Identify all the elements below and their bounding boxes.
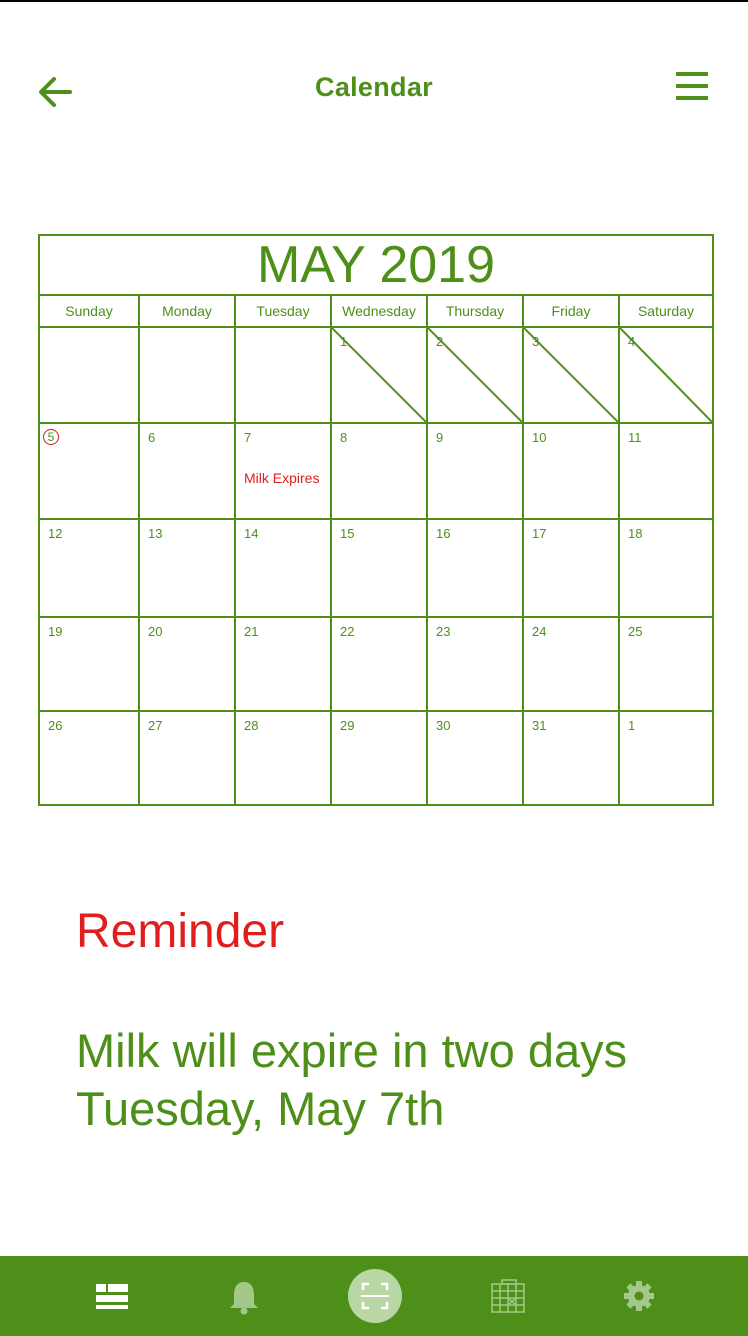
calendar-day-cell[interactable]: 22 [332, 618, 428, 712]
date-number: 4 [628, 334, 636, 349]
month-title: MAY 2019 [40, 236, 712, 296]
date-number: 22 [340, 624, 355, 639]
weekday-wednesday: Wednesday [332, 296, 428, 326]
date-number: 20 [148, 624, 163, 639]
calendar-day-cell[interactable]: 1 [620, 712, 712, 804]
calendar-day-cell[interactable]: 26 [40, 712, 140, 804]
calendar-day-cell[interactable]: 11 [620, 424, 712, 520]
date-number: 18 [628, 526, 643, 541]
today-date-number: 5 [43, 429, 59, 445]
calendar-grid: 1 2 3 4 5 6 7 Milk Expires 8 9 10 11 12 13 14 15 16 17 18 1… [40, 328, 712, 804]
calendar-day-cell[interactable]: 31 [524, 712, 620, 804]
page-title: Calendar [315, 72, 433, 102]
bottom-navigation-bar [0, 1256, 748, 1336]
weekday-thursday: Thursday [428, 296, 524, 326]
reminder-line-2: Tuesday, May 7th [76, 1082, 445, 1135]
gear-icon [624, 1281, 654, 1311]
date-number: 6 [148, 430, 156, 445]
scan-icon [348, 1269, 402, 1323]
date-number: 17 [532, 526, 547, 541]
calendar-day-cell[interactable] [140, 328, 236, 424]
date-number: 15 [340, 526, 355, 541]
date-number: 19 [48, 624, 63, 639]
date-number: 27 [148, 718, 163, 733]
date-number: 16 [436, 526, 451, 541]
calendar-day-cell[interactable]: 14 [236, 520, 332, 618]
calendar-day-cell[interactable]: 28 [236, 712, 332, 804]
weekday-sunday: Sunday [40, 296, 140, 326]
calendar-icon [491, 1279, 525, 1313]
calendar-day-cell[interactable]: 12 [40, 520, 140, 618]
app-header: Calendar [0, 60, 748, 120]
calendar-day-cell[interactable] [236, 328, 332, 424]
calendar-day-cell[interactable]: 18 [620, 520, 712, 618]
date-number: 11 [628, 430, 642, 445]
date-number: 30 [436, 718, 451, 733]
date-number: 9 [436, 430, 444, 445]
weekday-header-row: Sunday Monday Tuesday Wednesday Thursday… [40, 296, 712, 328]
date-number: 12 [48, 526, 63, 541]
weekday-saturday: Saturday [637, 303, 695, 319]
calendar-day-cell[interactable]: 16 [428, 520, 524, 618]
date-number: 1 [628, 718, 636, 733]
calendar-day-cell[interactable]: 15 [332, 520, 428, 618]
date-number: 29 [340, 718, 355, 733]
nav-calendar-button[interactable] [480, 1268, 536, 1324]
event-label[interactable]: Milk Expires [244, 470, 319, 486]
date-number: 14 [244, 526, 259, 541]
calendar-day-cell[interactable]: 17 [524, 520, 620, 618]
reminder-line-1: Milk will expire in two days [76, 1024, 628, 1077]
calendar-day-cell[interactable]: 3 [524, 328, 620, 424]
calendar-day-cell[interactable]: 7 Milk Expires [236, 424, 332, 520]
calendar-day-cell[interactable]: 24 [524, 618, 620, 712]
date-number: 24 [532, 624, 547, 639]
nav-notifications-button[interactable] [216, 1268, 272, 1324]
list-icon [96, 1284, 128, 1309]
weekday-friday: Friday [524, 296, 620, 326]
calendar-day-cell[interactable]: 21 [236, 618, 332, 712]
menu-button[interactable] [672, 68, 712, 108]
date-number: 1 [340, 334, 348, 349]
nav-scan-button[interactable] [346, 1267, 404, 1325]
nav-list-button[interactable] [84, 1268, 140, 1324]
calendar-day-cell[interactable]: 10 [524, 424, 620, 520]
calendar-day-cell[interactable]: 19 [40, 618, 140, 712]
calendar-day-cell[interactable]: 9 [428, 424, 524, 520]
date-number: 25 [628, 624, 643, 639]
bell-icon [230, 1282, 258, 1315]
date-number: 10 [532, 430, 547, 445]
calendar-day-cell[interactable]: 8 [332, 424, 428, 520]
calendar-day-cell[interactable] [40, 328, 140, 424]
calendar-day-cell[interactable]: 23 [428, 618, 524, 712]
date-number: 13 [148, 526, 163, 541]
date-number: 7 [244, 430, 252, 445]
calendar-day-cell[interactable]: 13 [140, 520, 236, 618]
date-number: 31 [532, 718, 547, 733]
calendar-day-cell[interactable]: 30 [428, 712, 524, 804]
calendar-day-cell[interactable]: 20 [140, 618, 236, 712]
date-number: 2 [436, 334, 444, 349]
weekday-monday: Monday [140, 296, 236, 326]
reminder-message: Milk will expire in two days Tuesday, Ma… [76, 1022, 627, 1138]
calendar-day-cell[interactable]: 29 [332, 712, 428, 804]
calendar-day-cell[interactable]: 1 [332, 328, 428, 424]
date-number: 8 [340, 430, 348, 445]
date-number: 3 [532, 334, 540, 349]
calendar-day-cell[interactable]: 5 [40, 424, 140, 520]
month-calendar: MAY 2019 Sunday Monday Tuesday Wednesday… [38, 234, 714, 806]
nav-settings-button[interactable] [611, 1268, 667, 1324]
date-number: 23 [436, 624, 451, 639]
date-number: 28 [244, 718, 259, 733]
date-number: 21 [244, 624, 259, 639]
calendar-day-cell[interactable]: 2 [428, 328, 524, 424]
hamburger-menu-icon [676, 72, 708, 100]
reminder-title: Reminder [76, 905, 285, 958]
top-border [0, 0, 748, 2]
date-number: 26 [48, 718, 63, 733]
weekday-tuesday: Tuesday [236, 296, 332, 326]
calendar-day-cell[interactable]: 27 [140, 712, 236, 804]
calendar-day-cell[interactable]: 6 [140, 424, 236, 520]
calendar-day-cell[interactable]: 4 [620, 328, 712, 424]
calendar-day-cell[interactable]: 25 [620, 618, 712, 712]
